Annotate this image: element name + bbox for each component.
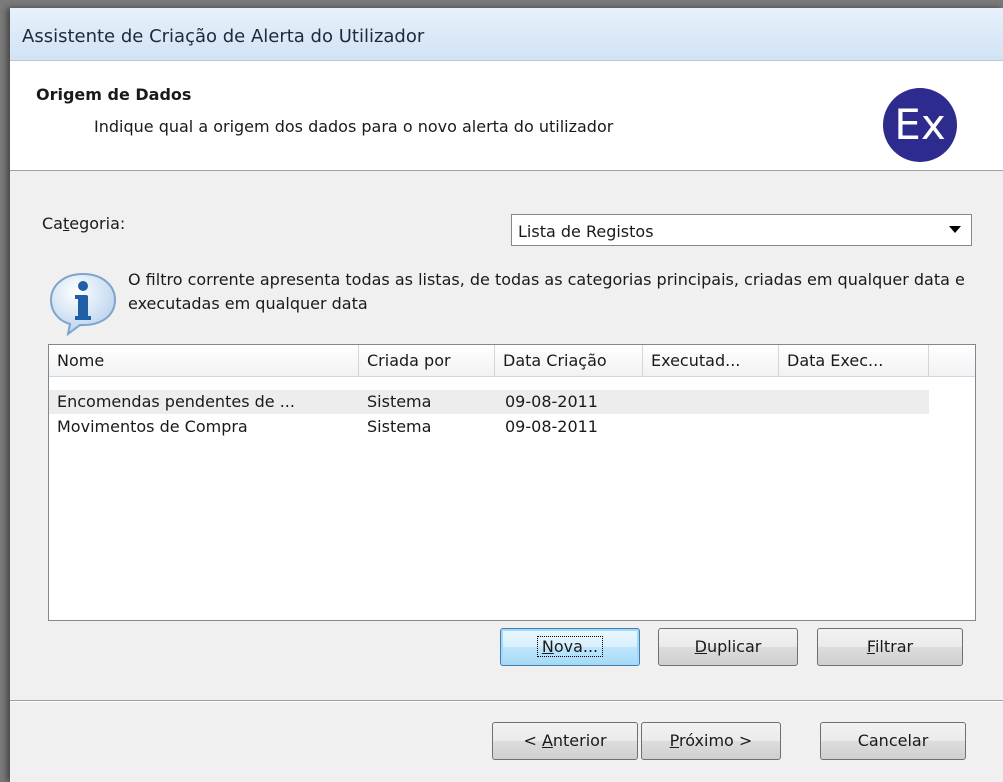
anterior-button[interactable]: < Anterior <box>492 722 638 760</box>
category-select-value: Lista de Registos <box>518 222 654 241</box>
category-label: Categoria: <box>42 214 126 233</box>
cell-data-criacao: 09-08-2011 <box>505 417 598 436</box>
cell-data-criacao: 09-08-2011 <box>505 392 598 411</box>
filter-info-text: O filtro corrente apresenta todas as lis… <box>128 270 965 313</box>
wizard-window: Assistente de Criação de Alerta do Utili… <box>10 8 1003 782</box>
category-select[interactable]: Lista de Registos <box>511 214 972 246</box>
column-header-nome[interactable]: Nome <box>49 345 359 376</box>
page-subtitle: Indique qual a origem dos dados para o n… <box>94 117 614 136</box>
title-bar[interactable]: Assistente de Criação de Alerta do Utili… <box>10 8 1003 61</box>
app-logo: Ex <box>883 88 957 162</box>
column-header-criada-por[interactable]: Criada por <box>359 345 495 376</box>
divider <box>10 700 1003 702</box>
chevron-down-icon <box>949 226 961 233</box>
table-row[interactable]: Movimentos de Compra Sistema 09-08-2011 <box>49 415 929 439</box>
duplicar-button[interactable]: Duplicar <box>658 628 798 666</box>
cancelar-button[interactable]: Cancelar <box>820 722 966 760</box>
cell-criada-por: Sistema <box>367 392 432 411</box>
filtrar-button[interactable]: Filtrar <box>817 628 963 666</box>
column-header-data-criacao[interactable]: Data Criação <box>495 345 643 376</box>
table-header: Nome Criada por Data Criação Executad...… <box>49 345 975 377</box>
lists-table[interactable]: Nome Criada por Data Criação Executad...… <box>48 344 976 621</box>
column-header-filler <box>929 345 975 376</box>
cell-nome: Encomendas pendentes de ... <box>57 392 295 411</box>
column-header-data-execucao[interactable]: Data Exec... <box>779 345 929 376</box>
proximo-button[interactable]: Próximo > <box>641 722 781 760</box>
table-row[interactable]: Encomendas pendentes de ... Sistema 09-0… <box>49 390 929 414</box>
cell-criada-por: Sistema <box>367 417 432 436</box>
column-header-executada[interactable]: Executad... <box>643 345 779 376</box>
cell-nome: Movimentos de Compra <box>57 417 248 436</box>
wizard-header: Origem de Dados Indique qual a origem do… <box>10 61 1003 171</box>
nova-button[interactable]: Nova... <box>500 628 640 666</box>
info-icon <box>49 272 117 336</box>
window-title: Assistente de Criação de Alerta do Utili… <box>22 26 425 47</box>
page-title: Origem de Dados <box>36 85 192 104</box>
